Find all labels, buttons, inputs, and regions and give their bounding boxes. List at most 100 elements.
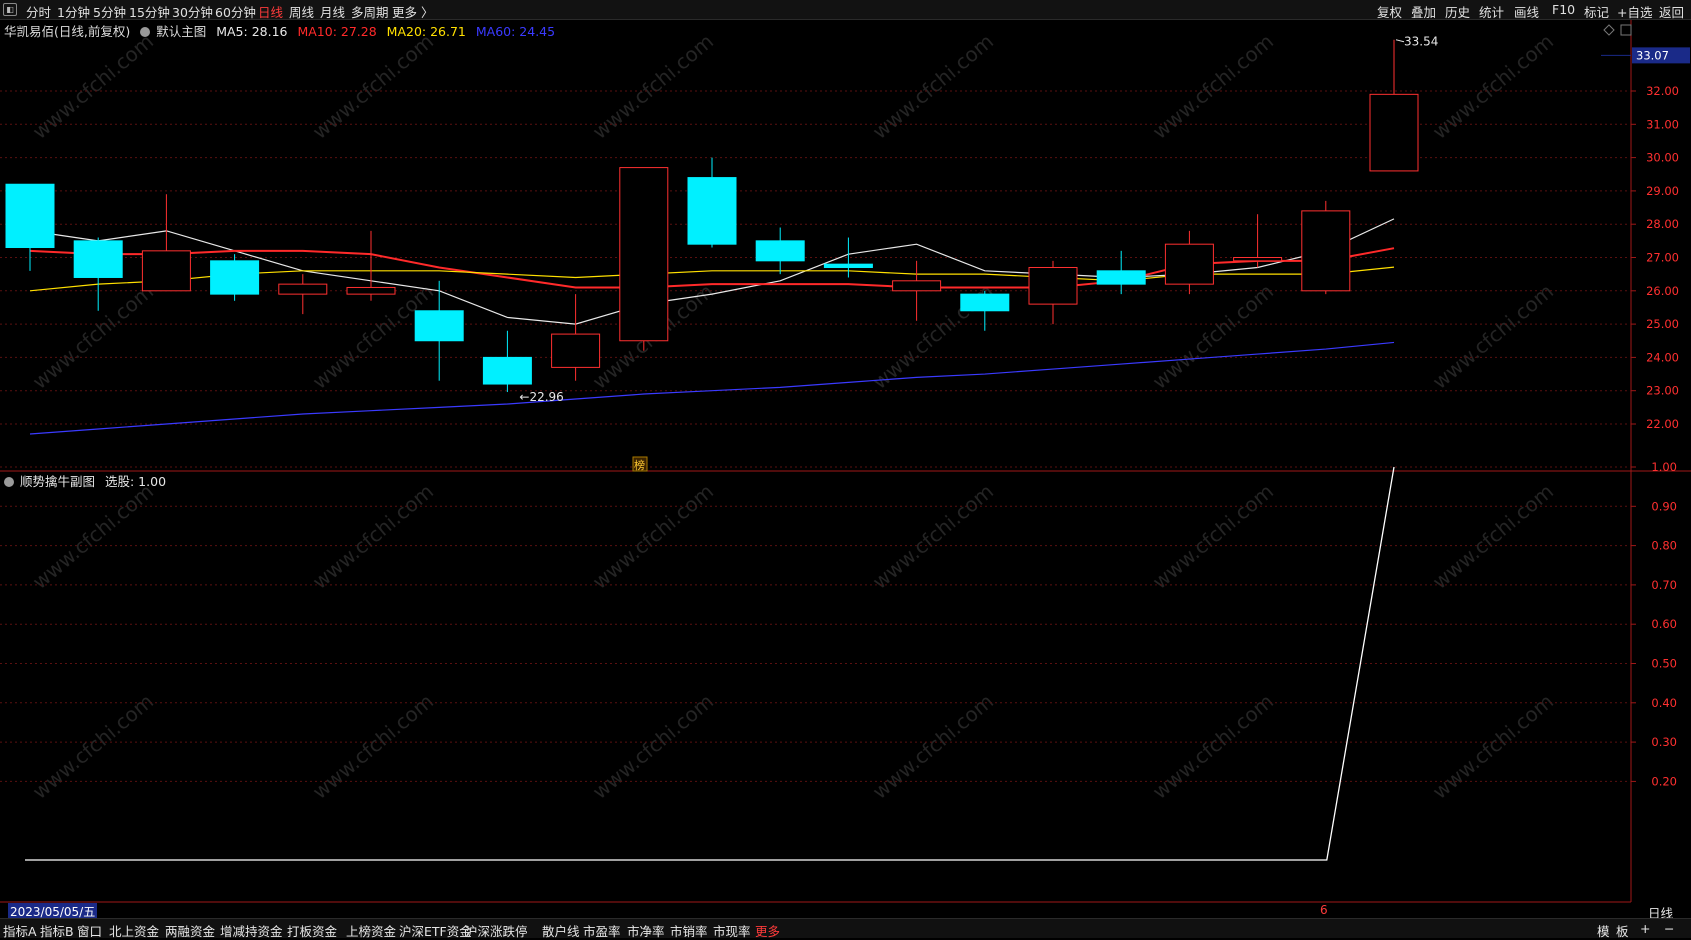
- candle: [482, 330, 532, 393]
- candle-body: [414, 310, 464, 342]
- watermark-text: www.cfchi.com: [1148, 279, 1278, 394]
- price-tick-label: 28.00: [1646, 217, 1679, 231]
- candle-body: [892, 280, 942, 292]
- indicator-tabbar: 指标A 指标B 窗口 北上资金 两融资金 增减持资金 打板资金 上榜资金 沪深ETF资金 沪深涨跌…: [0, 918, 1691, 940]
- sub-tick-label: 0.30: [1651, 735, 1677, 749]
- indicator-tab-2[interactable]: 窗口: [77, 921, 102, 940]
- candle-body: [687, 177, 737, 245]
- candle: [551, 294, 601, 381]
- indicator-tab-8[interactable]: 沪深ETF资金: [399, 921, 472, 940]
- price-tick-label: 25.00: [1646, 317, 1679, 331]
- candle: [1164, 230, 1214, 295]
- current-price-label: 33.07: [1636, 48, 1669, 62]
- indicator-tab-12[interactable]: 市净率: [627, 921, 665, 940]
- candle-body: [482, 356, 532, 385]
- candle-body: [5, 183, 55, 249]
- indicator-tab-4[interactable]: 两融资金: [165, 921, 215, 940]
- candle-body: [346, 286, 396, 295]
- candle-body: [823, 263, 873, 268]
- price-tick-label: 31.00: [1646, 117, 1679, 131]
- indicator-tab-10[interactable]: 散户线: [542, 921, 580, 940]
- watermark-text: www.cfchi.com: [1428, 29, 1558, 144]
- candle-body: [73, 240, 123, 278]
- expand-icon: [1603, 24, 1615, 36]
- indicator-tab-5[interactable]: 增减持资金: [220, 921, 283, 940]
- watermark-text: www.cfchi.com: [308, 479, 438, 594]
- watermark-text: www.cfchi.com: [28, 279, 158, 394]
- sub-tick-label: 0.80: [1651, 539, 1677, 553]
- indicator-tab-1[interactable]: 指标B: [40, 921, 74, 940]
- watermark-text: www.cfchi.com: [588, 29, 718, 144]
- candle-body: [278, 283, 328, 295]
- indicator-tab-11[interactable]: 市盈率: [583, 921, 621, 940]
- indicator-tab-0[interactable]: 指标A: [3, 921, 37, 940]
- rank-marker-glyph: 榜: [634, 458, 645, 472]
- watermark-layer: www.cfchi.com www.cfchi.com www.cfchi.com w…: [28, 29, 1558, 804]
- watermark-text: www.cfchi.com: [1148, 479, 1278, 594]
- candle: [619, 167, 669, 351]
- low-price-label: ←22.96: [519, 390, 563, 404]
- kline-chart[interactable]: www.cfchi.com www.cfchi.com www.cfchi.com w…: [0, 0, 1691, 937]
- watermark-text: www.cfchi.com: [1428, 689, 1558, 804]
- price-axes: 32.00 31.00 30.00 29.00 28.00 27.00 26.00 25.00…: [1601, 47, 1690, 788]
- watermark-text: www.cfchi.com: [28, 29, 158, 144]
- indicator-tab-6[interactable]: 打板资金: [287, 921, 337, 940]
- high-price-pointer: [1395, 39, 1405, 43]
- candle: [960, 290, 1010, 331]
- watermark-text: www.cfchi.com: [1428, 479, 1558, 594]
- watermark-text: www.cfchi.com: [868, 29, 998, 144]
- watermark-text: www.cfchi.com: [588, 479, 718, 594]
- window-icon: [1620, 24, 1632, 36]
- candle-body: [1096, 270, 1146, 285]
- candle: [278, 274, 328, 315]
- watermark-text: www.cfchi.com: [28, 479, 158, 594]
- candle: [346, 230, 396, 301]
- indicator-tab-3[interactable]: 北上资金: [109, 921, 159, 940]
- watermark-text: www.cfchi.com: [308, 689, 438, 804]
- bottombar-control-1[interactable]: 板: [1616, 921, 1629, 940]
- annotations: 33.54 ←22.96 榜: [519, 24, 1632, 472]
- candle: [1028, 260, 1078, 325]
- price-tick-label: 27.00: [1646, 251, 1679, 265]
- price-tick-label: 26.00: [1646, 284, 1679, 298]
- candle-body: [141, 250, 191, 292]
- watermark-text: www.cfchi.com: [588, 689, 718, 804]
- candle: [1301, 200, 1351, 295]
- candle-body: [210, 260, 260, 295]
- candle: [1096, 250, 1146, 295]
- high-price-label: 33.54: [1404, 35, 1438, 49]
- sub-tick-label: 0.60: [1651, 617, 1677, 631]
- sub-tick-label: 0.50: [1651, 657, 1677, 671]
- candle: [687, 157, 737, 248]
- candle: [141, 194, 191, 292]
- candle-body: [960, 293, 1010, 312]
- price-tick-label: 29.00: [1646, 184, 1679, 198]
- price-tick-label: 23.00: [1646, 384, 1679, 398]
- candle-body: [551, 333, 601, 368]
- candle: [1369, 39, 1419, 172]
- candle-body: [1301, 210, 1351, 292]
- watermark-text: www.cfchi.com: [868, 479, 998, 594]
- price-tick-label: 22.00: [1646, 417, 1679, 431]
- candle-body: [1233, 257, 1283, 262]
- candle: [1233, 214, 1283, 268]
- bottombar-control-2[interactable]: +: [1640, 921, 1650, 936]
- date-axis: 2023/05/05/五 6 日线: [0, 903, 1691, 921]
- indicator-tab-13[interactable]: 市销率: [670, 921, 708, 940]
- sub-tick-label: 1.00: [1651, 460, 1677, 474]
- candle: [210, 254, 260, 301]
- sub-tick-label: 0.90: [1651, 499, 1677, 513]
- indicator-tab-15[interactable]: 更多: [755, 921, 780, 940]
- indicator-tab-7[interactable]: 上榜资金: [346, 921, 396, 940]
- price-tick-label: 32.00: [1646, 84, 1679, 98]
- bottombar-control-0[interactable]: 模: [1597, 921, 1610, 940]
- bottombar-control-3[interactable]: −: [1664, 921, 1674, 936]
- watermark-text: www.cfchi.com: [308, 29, 438, 144]
- indicator-tab-14[interactable]: 市现率: [713, 921, 751, 940]
- candle-body: [755, 240, 805, 262]
- indicator-tab-9[interactable]: 沪深涨跌停: [465, 921, 528, 940]
- grid-lines: [0, 20, 1691, 903]
- candle-body: [1164, 243, 1214, 285]
- candle-body: [619, 167, 669, 342]
- watermark-text: www.cfchi.com: [28, 689, 158, 804]
